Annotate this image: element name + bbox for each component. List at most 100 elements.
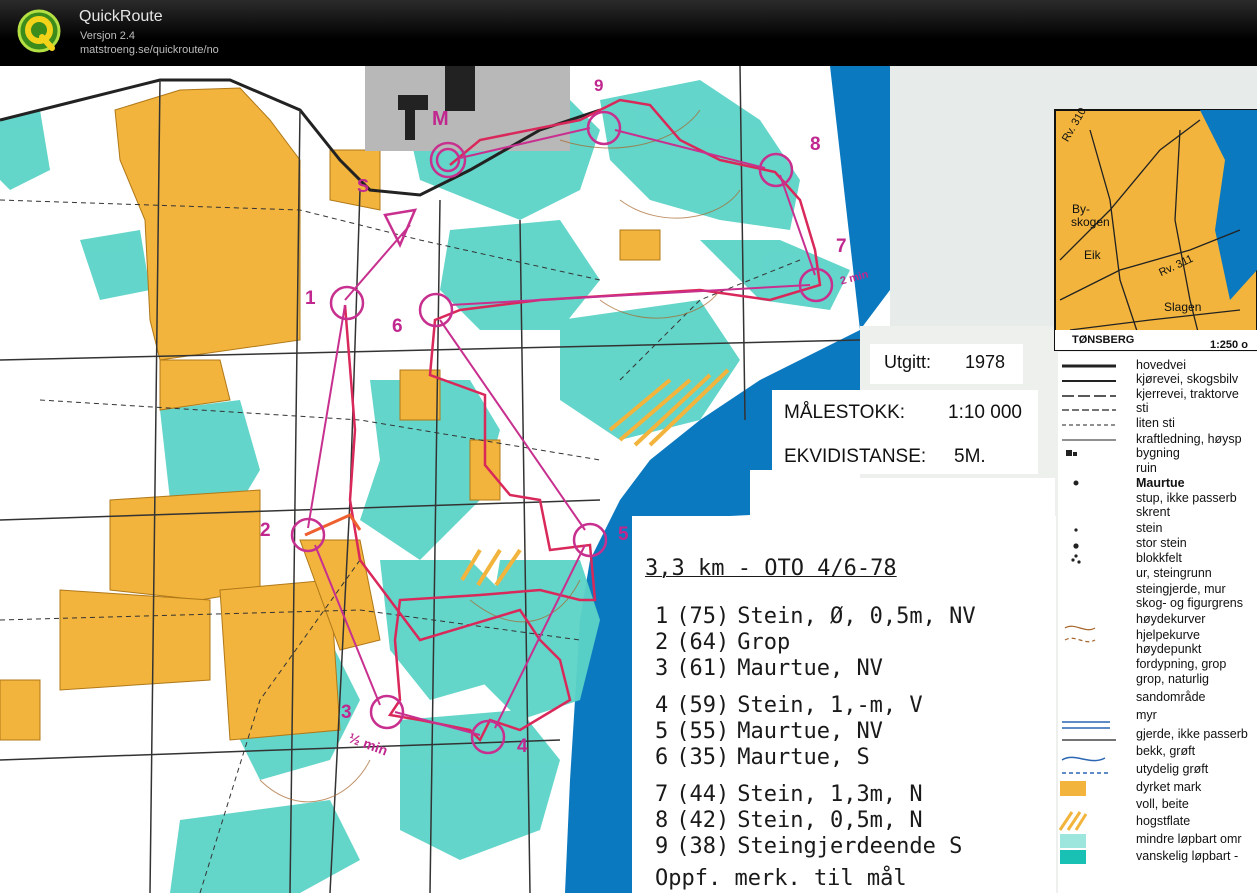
control-number-2: 2 [260, 520, 271, 541]
scale-value: 1:10 000 [948, 402, 1022, 423]
legend-item-rock-face: skrent [1136, 505, 1171, 519]
control-number-3: 3 [341, 702, 352, 723]
contour-value: 5M. [954, 446, 986, 467]
control-description-code: (64) [676, 630, 730, 655]
control-number-6: 6 [392, 316, 403, 337]
legend-item-pasture: voll, beite [1136, 797, 1189, 811]
control-description-text: Steingjerdeende S [737, 834, 963, 859]
inset-map-art [1054, 109, 1257, 351]
contour-label: EKVIDISTANSE: [784, 446, 927, 467]
control-description-code: (44) [676, 782, 730, 807]
control-description-row: 7 (44) Stein, 1,3m, N [655, 782, 923, 807]
legend-item-boulder: stein [1136, 521, 1163, 535]
legend-item-marsh: myr [1136, 708, 1157, 722]
control-description-code: (38) [676, 834, 730, 859]
finish-label: M [432, 108, 449, 130]
control-description-text: Maurtue, NV [737, 656, 883, 681]
legend-item-ditch: utydelig grøft [1136, 762, 1209, 776]
legend-item-fence: gjerde, ikke passerb [1136, 727, 1248, 741]
legend-item-sand: sandområde [1136, 690, 1206, 704]
inset-place-byskogen-1: By- [1072, 202, 1090, 216]
control-description-row: 9 (38) Steingjerdeende S [655, 834, 962, 859]
inset-scale: 1:250 o [1210, 339, 1248, 351]
control-description-number: 4 [655, 693, 669, 718]
control-description-text: Maurtue, S [737, 745, 870, 770]
inset-place-tonsberg: TØNSBERG [1072, 334, 1135, 346]
control-description-code: (42) [676, 808, 730, 833]
control-description-number: 1 [655, 604, 669, 629]
scale-label: MÅLESTOKK: [784, 402, 906, 423]
legend-item-knoll: høydepunkt [1136, 642, 1202, 656]
control-description-number: 5 [655, 719, 669, 744]
legend-item-small-path: liten sti [1136, 416, 1175, 430]
control-description-code: (75) [676, 604, 730, 629]
control-number-7: 7 [836, 236, 847, 257]
legend-item-stream: bekk, grøft [1136, 744, 1196, 758]
control-description-text: Stein, Ø, 0,5m, NV [737, 604, 976, 629]
quickroute-logo-icon [17, 9, 61, 53]
legend-item-road: kjørevei, skogsbilv [1136, 372, 1239, 386]
control-number-1: 1 [305, 288, 316, 309]
control-description-row: 6 (35) Maurtue, S [655, 745, 870, 770]
legend-item-form-line: hjelpekurve [1136, 628, 1200, 642]
published-year: 1978 [965, 352, 1006, 372]
control-description-code: (59) [676, 693, 730, 718]
control-description-text: Stein, 1,-m, V [737, 693, 923, 718]
legend-item-depression: fordypning, grop [1136, 657, 1227, 671]
control-description-number: 2 [655, 630, 669, 655]
legend-item-slow-run: mindre løpbart omr [1136, 832, 1242, 846]
legend-item-contour: høydekurver [1136, 612, 1206, 626]
control-description-row: 8 (42) Stein, 0,5m, N [655, 808, 923, 833]
control-description-code: (55) [676, 719, 730, 744]
control-description-text: Stein, 1,3m, N [737, 782, 923, 807]
map-artwork [0, 66, 1257, 893]
control-description-row: 3 (61) Maurtue, NV [655, 656, 883, 681]
control-number-4: 4 [517, 736, 528, 757]
legend-item-stony-ground: ur, steingrunn [1136, 566, 1212, 580]
control-description-row: 4 (59) Stein, 1,-m, V [655, 693, 923, 718]
inset-place-byskogen-2: skogen [1071, 215, 1110, 229]
app-version: Versjon 2.4 [80, 30, 136, 42]
legend-item-ruin: ruin [1136, 461, 1157, 475]
legend-item-cliff: stup, ikke passerb [1136, 491, 1237, 505]
legend-item-large-boulder: stor stein [1136, 536, 1187, 550]
control-description-code: (61) [676, 656, 730, 681]
legend-item-anthill: Maurtue [1136, 476, 1185, 490]
course-footer: Oppf. merk. til mål [655, 866, 907, 891]
course-header: 3,3 km - OTO 4/6-78 [645, 556, 897, 581]
control-description-row: 1 (75) Stein, Ø, 0,5m, NV [655, 604, 976, 629]
control-description-number: 3 [655, 656, 669, 681]
inset-place-slagen: Slagen [1164, 300, 1202, 314]
app-title: QuickRoute [79, 8, 163, 25]
inset-place-eik: Eik [1084, 248, 1101, 262]
legend-item-boulder-field: blokkfelt [1136, 551, 1182, 565]
legend-item-main-road: hovedvei [1136, 358, 1187, 372]
control-number-8: 8 [810, 134, 821, 155]
legend-item-stone-wall: steingjerde, mur [1136, 582, 1226, 596]
control-description-number: 8 [655, 808, 669, 833]
control-description-text: Stein, 0,5m, N [737, 808, 923, 833]
control-description-text: Grop [737, 630, 791, 655]
control-description-text: Maurtue, NV [737, 719, 883, 744]
legend-item-cultivated: dyrket mark [1136, 780, 1202, 794]
legend-item-difficult-run: vanskelig løpbart - [1136, 849, 1239, 863]
legend-item-pit: grop, naturlig [1136, 672, 1209, 686]
control-description-number: 7 [655, 782, 669, 807]
start-label: S [357, 176, 370, 196]
control-number-9: 9 [594, 76, 604, 95]
control-description-number: 9 [655, 834, 669, 859]
legend-item-building: bygning [1136, 446, 1180, 460]
control-description-code: (35) [676, 745, 730, 770]
legend-item-power-line: kraftledning, høysp [1136, 432, 1242, 446]
published-label: Utgitt: [884, 352, 932, 372]
app-url[interactable]: matstroeng.se/quickroute/no [80, 44, 219, 56]
control-number-5: 5 [618, 524, 629, 545]
app-header: QuickRoute Versjon 2.4 matstroeng.se/qui… [0, 0, 1257, 66]
orienteering-map[interactable]: Rv. 310 By- skogen Eik Rv. 311 Slagen TØ… [0, 66, 1257, 893]
control-description-row: 2 (64) Grop [655, 630, 790, 655]
control-description-row: 5 (55) Maurtue, NV [655, 719, 883, 744]
legend-item-boundary: skog- og figurgrens [1136, 596, 1244, 610]
control-description-number: 6 [655, 745, 669, 770]
legend-item-track: kjerrevei, traktorve [1136, 387, 1239, 401]
legend-item-path: sti [1136, 401, 1149, 415]
